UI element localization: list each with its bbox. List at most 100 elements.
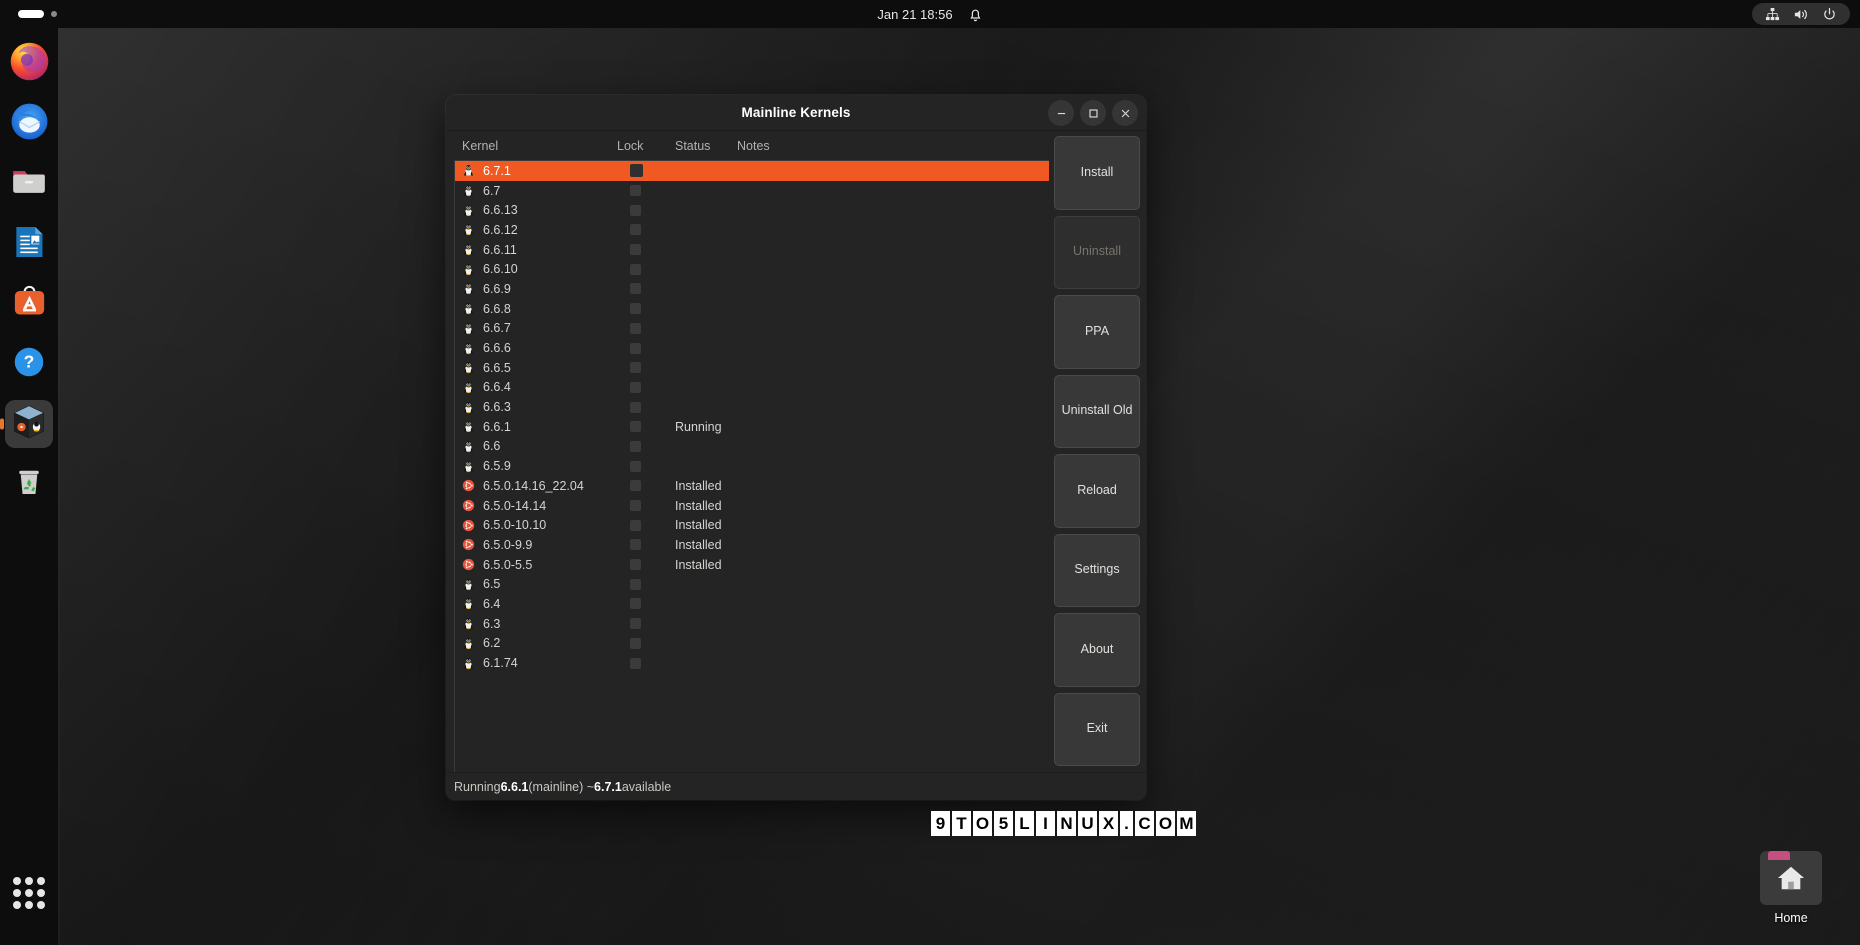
install-button[interactable]: Install — [1054, 136, 1140, 210]
cell-lock[interactable] — [617, 303, 675, 315]
minimize-button[interactable] — [1048, 100, 1074, 126]
exit-button[interactable]: Exit — [1054, 692, 1140, 766]
cell-lock[interactable] — [617, 185, 675, 197]
cell-lock[interactable] — [617, 598, 675, 610]
lock-checkbox[interactable] — [630, 657, 641, 669]
cell-lock[interactable] — [617, 244, 675, 256]
maximize-button[interactable] — [1080, 100, 1106, 126]
dock-item-ubuntu-software[interactable] — [5, 280, 53, 328]
cell-lock[interactable] — [617, 224, 675, 236]
cell-lock[interactable] — [617, 381, 675, 393]
cell-lock[interactable] — [617, 618, 675, 630]
desktop-icon-home[interactable]: Home — [1744, 851, 1838, 925]
cell-lock[interactable] — [617, 322, 675, 334]
lock-checkbox[interactable] — [630, 480, 641, 492]
cell-lock[interactable] — [617, 342, 675, 354]
system-tray[interactable] — [1752, 3, 1850, 25]
window-titlebar[interactable]: Mainline Kernels — [446, 95, 1146, 131]
lock-checkbox[interactable] — [630, 322, 641, 334]
table-row[interactable]: 6.5.0.14.16_22.04 Installed — [455, 476, 1049, 496]
dock-item-firefox[interactable] — [5, 40, 53, 88]
kernel-list[interactable]: 6.7.1 6.7 6.6.13 6.6.12 6.6.11 6.6.10 6.6.9 6.6… — [454, 160, 1049, 772]
cell-lock[interactable] — [617, 164, 675, 178]
cell-lock[interactable] — [617, 539, 675, 551]
lock-checkbox[interactable] — [630, 303, 641, 315]
dock-item-mainline[interactable] — [5, 400, 53, 448]
show-applications-button[interactable] — [7, 871, 51, 915]
lock-checkbox[interactable] — [630, 421, 641, 433]
lock-checkbox[interactable] — [630, 164, 643, 178]
table-row[interactable]: 6.6.3 — [455, 397, 1049, 417]
lock-checkbox[interactable] — [630, 263, 641, 275]
lock-checkbox[interactable] — [630, 401, 641, 413]
table-row[interactable]: 6.6.8 — [455, 299, 1049, 319]
lock-checkbox[interactable] — [630, 539, 641, 551]
lock-checkbox[interactable] — [630, 362, 641, 374]
lock-checkbox[interactable] — [630, 598, 641, 610]
lock-checkbox[interactable] — [630, 637, 641, 649]
cell-lock[interactable] — [617, 578, 675, 590]
lock-checkbox[interactable] — [630, 244, 641, 256]
lock-checkbox[interactable] — [630, 500, 641, 512]
column-header-kernel[interactable]: Kernel — [454, 139, 617, 153]
lock-checkbox[interactable] — [630, 381, 641, 393]
close-button[interactable] — [1112, 100, 1138, 126]
dock-item-libreoffice-writer[interactable] — [5, 220, 53, 268]
cell-lock[interactable] — [617, 460, 675, 472]
dock-item-files[interactable] — [5, 160, 53, 208]
dock-item-trash[interactable] — [5, 460, 53, 508]
dock-item-thunderbird[interactable] — [5, 100, 53, 148]
lock-checkbox[interactable] — [630, 440, 641, 452]
table-row[interactable]: 6.6 — [455, 437, 1049, 457]
ppa-button[interactable]: PPA — [1054, 295, 1140, 369]
table-row[interactable]: 6.5.0-10.10 Installed — [455, 515, 1049, 535]
lock-checkbox[interactable] — [630, 283, 641, 295]
table-row[interactable]: 6.6.12 — [455, 220, 1049, 240]
column-header-lock[interactable]: Lock — [617, 139, 675, 153]
about-button[interactable]: About — [1054, 613, 1140, 687]
table-row[interactable]: 6.1.74 — [455, 653, 1049, 673]
table-row[interactable]: 6.5.0-5.5 Installed — [455, 555, 1049, 575]
cell-lock[interactable] — [617, 362, 675, 374]
cell-lock[interactable] — [617, 283, 675, 295]
cell-lock[interactable] — [617, 559, 675, 571]
table-row[interactable]: 6.7 — [455, 181, 1049, 201]
cell-lock[interactable] — [617, 657, 675, 669]
table-row[interactable]: 6.6.6 — [455, 338, 1049, 358]
column-header-status[interactable]: Status — [675, 139, 737, 153]
workspace-indicator[interactable] — [18, 10, 57, 18]
uninstall-old-button[interactable]: Uninstall Old — [1054, 374, 1140, 448]
cell-lock[interactable] — [617, 519, 675, 531]
lock-checkbox[interactable] — [630, 519, 641, 531]
lock-checkbox[interactable] — [630, 559, 641, 571]
table-row[interactable]: 6.5 — [455, 574, 1049, 594]
table-row[interactable]: 6.4 — [455, 594, 1049, 614]
table-row[interactable]: 6.5.9 — [455, 456, 1049, 476]
cell-lock[interactable] — [617, 440, 675, 452]
column-header-notes[interactable]: Notes — [737, 139, 1049, 153]
table-row[interactable]: 6.6.1 Running — [455, 417, 1049, 437]
table-row[interactable]: 6.7.1 — [455, 161, 1049, 181]
table-row[interactable]: 6.6.9 — [455, 279, 1049, 299]
table-row[interactable]: 6.5.0-9.9 Installed — [455, 535, 1049, 555]
table-row[interactable]: 6.6.11 — [455, 240, 1049, 260]
table-row[interactable]: 6.6.4 — [455, 378, 1049, 398]
cell-lock[interactable] — [617, 421, 675, 433]
cell-lock[interactable] — [617, 500, 675, 512]
cell-lock[interactable] — [617, 401, 675, 413]
table-row[interactable]: 6.6.7 — [455, 319, 1049, 339]
table-row[interactable]: 6.6.10 — [455, 259, 1049, 279]
table-row[interactable]: 6.5.0-14.14 Installed — [455, 496, 1049, 516]
lock-checkbox[interactable] — [630, 224, 641, 236]
settings-button[interactable]: Settings — [1054, 533, 1140, 607]
lock-checkbox[interactable] — [630, 342, 641, 354]
lock-checkbox[interactable] — [630, 460, 641, 472]
clock-menu[interactable]: Jan 21 18:56 — [877, 7, 982, 22]
table-row[interactable]: 6.6.13 — [455, 200, 1049, 220]
cell-lock[interactable] — [617, 480, 675, 492]
lock-checkbox[interactable] — [630, 204, 641, 216]
table-row[interactable]: 6.6.5 — [455, 358, 1049, 378]
lock-checkbox[interactable] — [630, 185, 641, 197]
reload-button[interactable]: Reload — [1054, 454, 1140, 528]
lock-checkbox[interactable] — [630, 578, 641, 590]
